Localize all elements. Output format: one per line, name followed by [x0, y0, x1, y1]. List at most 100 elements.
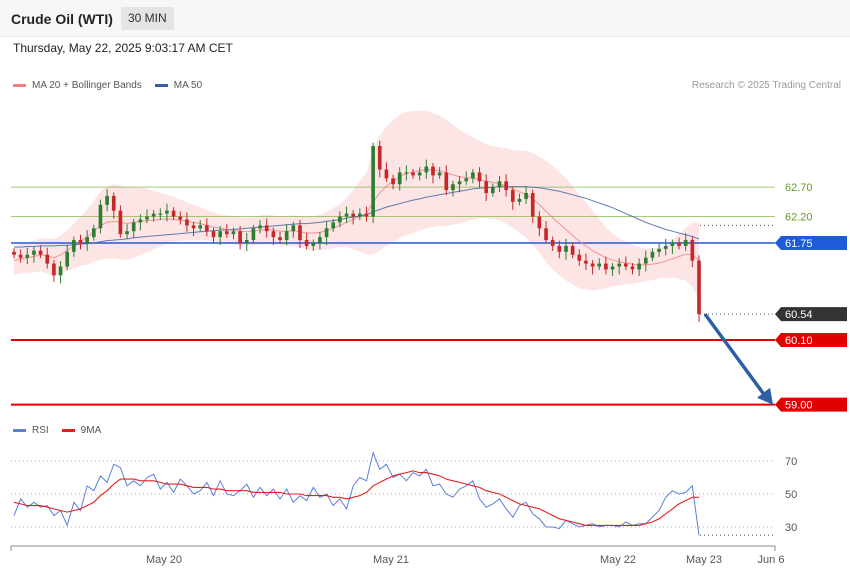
candle-body — [318, 237, 322, 243]
candle-body — [304, 240, 309, 246]
projection — [703, 313, 773, 405]
candle-body — [384, 169, 389, 179]
bollinger-bands — [14, 110, 699, 299]
candle-body — [610, 266, 615, 270]
rsi-panel: 30 50 70 — [11, 451, 797, 536]
candle-body — [530, 193, 535, 217]
candle-body — [178, 216, 183, 220]
candle-body — [205, 225, 209, 232]
level-62-20-label: 62.20 — [785, 212, 813, 224]
candle-body — [298, 225, 302, 241]
candle-body — [550, 240, 555, 246]
level-60-54-label: 60.54 — [785, 309, 813, 321]
bollinger-band-area — [14, 110, 699, 299]
candle-body — [464, 178, 469, 182]
level-labels: 62.70 62.20 61.75 60.54 60.10 59.00 — [775, 182, 847, 412]
candle-body — [258, 225, 262, 229]
candle-body — [118, 210, 123, 235]
candle-body — [65, 251, 70, 267]
candle-body — [25, 254, 30, 258]
candle-body — [198, 225, 203, 229]
candle-body — [637, 263, 641, 270]
candle-body — [151, 213, 156, 217]
projection-arrow-shaft — [703, 313, 767, 397]
candle-body — [670, 243, 675, 246]
candle-body — [52, 263, 56, 276]
candle-body — [451, 184, 455, 191]
candle-body — [251, 228, 256, 241]
candle-body — [564, 245, 568, 252]
candle-body — [78, 240, 83, 243]
candle-body — [570, 245, 575, 255]
candle-body — [590, 263, 595, 267]
candle-body — [364, 213, 369, 217]
candle-body — [690, 240, 695, 261]
rsi-tick-50: 50 — [785, 489, 797, 501]
rsi-tick-70: 70 — [785, 456, 797, 468]
candle-body — [12, 251, 16, 255]
candle-body — [357, 213, 362, 217]
candle-body — [264, 225, 269, 232]
candle-body — [697, 260, 701, 315]
candle-body — [630, 266, 635, 270]
candle-body — [663, 245, 668, 249]
candle-body — [491, 187, 495, 194]
candle-body — [431, 166, 435, 176]
candle-body — [291, 225, 296, 232]
candle-body — [85, 237, 89, 243]
candle-body — [311, 243, 316, 246]
candle-body — [484, 181, 489, 194]
candle-body — [457, 181, 462, 185]
candle-body — [338, 216, 342, 223]
candle-body — [58, 266, 63, 276]
candle-body — [125, 231, 129, 235]
candle-body — [544, 228, 548, 241]
candle-body — [497, 181, 502, 188]
candle-body — [91, 228, 96, 238]
candle-body — [224, 231, 229, 235]
candle-body — [324, 228, 329, 238]
candle-body — [344, 213, 349, 217]
candle-body — [98, 204, 103, 229]
candle-body — [677, 243, 681, 246]
candle-body — [444, 172, 449, 191]
candle-body — [577, 254, 582, 261]
candle-body — [185, 219, 189, 226]
level-60-10-label: 60.10 — [785, 335, 813, 347]
candle-body — [650, 251, 655, 258]
candle-body — [411, 172, 415, 176]
candle-body — [510, 190, 515, 202]
candle-body — [284, 231, 289, 241]
candle-body — [557, 245, 562, 252]
candle-body — [191, 225, 196, 229]
candle-body — [72, 240, 76, 252]
candle-body — [683, 240, 688, 246]
candle-body — [624, 263, 628, 267]
candle-body — [231, 231, 236, 235]
candle-body — [617, 263, 622, 267]
candle-body — [218, 231, 222, 238]
x-axis: May 20 May 21 May 22 May 23 Jun 6 — [10, 545, 784, 566]
candle-body — [477, 172, 482, 182]
candle-body — [537, 216, 542, 229]
rsi-9ma-line — [13, 470, 699, 526]
rsi-tick-30: 30 — [785, 522, 797, 534]
candle-body — [138, 219, 143, 223]
candle-body — [158, 213, 163, 215]
candle-body — [165, 210, 169, 214]
candle-body — [643, 257, 648, 264]
candle-body — [417, 172, 422, 176]
candle-body — [584, 260, 588, 264]
level-59-00-label: 59.00 — [785, 400, 813, 412]
candle-body — [244, 240, 249, 243]
candle-body — [471, 172, 475, 179]
price-chart[interactable]: 62.70 62.20 61.75 60.54 60.10 59.00 30 50 70 Ma… — [0, 0, 850, 576]
candle-body — [131, 222, 136, 232]
candle-body — [45, 254, 50, 264]
candle-body — [171, 210, 176, 217]
candle-body — [32, 250, 36, 255]
candle-body — [391, 178, 395, 185]
candle-body — [437, 172, 442, 176]
candle-body — [597, 263, 602, 267]
candle-body — [271, 231, 276, 238]
